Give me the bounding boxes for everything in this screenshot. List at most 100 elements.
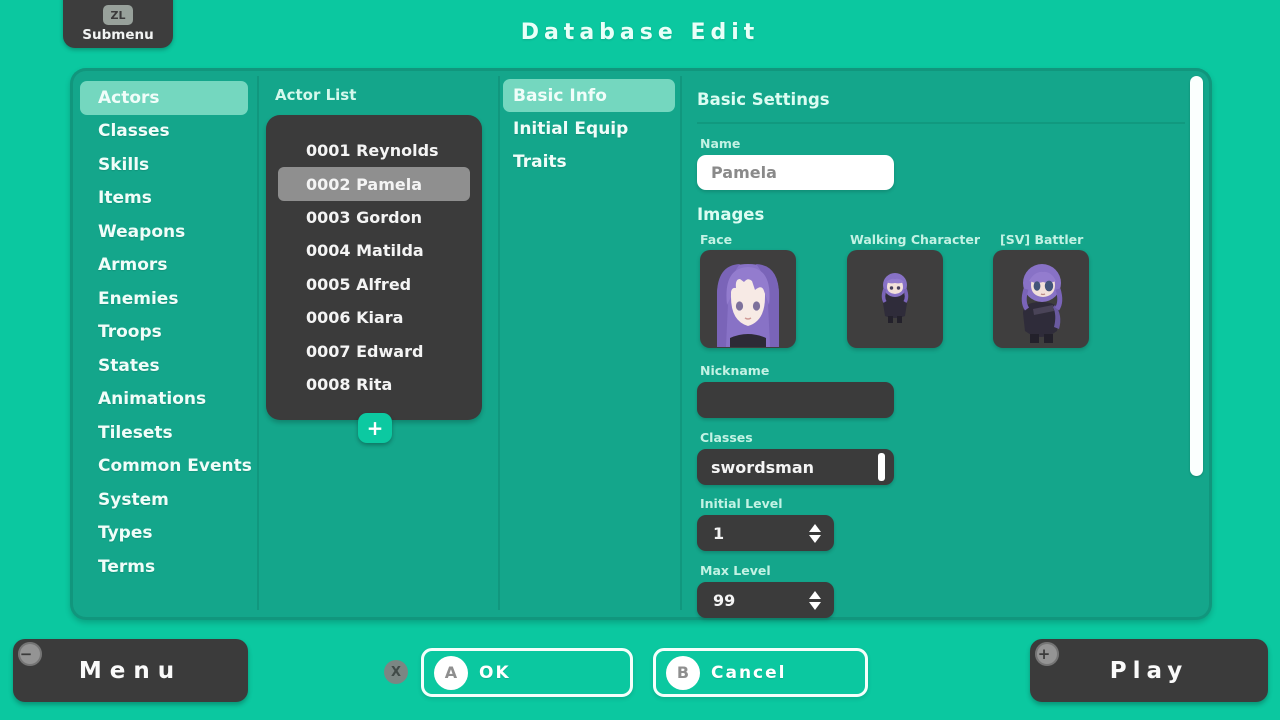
sidebar-item[interactable]: Enemies: [80, 282, 248, 316]
sidebar-item[interactable]: Weapons: [80, 215, 248, 249]
actor-list-item-label: 0008 Rita: [306, 375, 392, 394]
tab-item[interactable]: Basic Info: [503, 79, 675, 112]
sidebar-item-label: Classes: [98, 121, 170, 141]
sidebar-item-label: Items: [98, 188, 152, 208]
max-level-value: 99: [713, 591, 735, 610]
initial-level-arrows: [809, 515, 821, 551]
face-label: Face: [700, 232, 732, 247]
actor-list-item[interactable]: 0006 Kiara: [278, 301, 470, 334]
actor-list-item[interactable]: 0003 Gordon: [278, 201, 470, 234]
actor-list-item-label: 0003 Gordon: [306, 208, 422, 227]
play-button-label: Play: [1110, 658, 1189, 684]
detail-tabs: Basic Info Initial Equip Traits: [503, 79, 675, 179]
face-thumbnail[interactable]: [700, 250, 796, 348]
menu-button-label: Menu: [79, 658, 182, 684]
a-key-icon: A: [434, 656, 468, 690]
tab-item[interactable]: Traits: [503, 146, 675, 179]
actor-list-item[interactable]: 0007 Edward: [278, 334, 470, 367]
sidebar-item[interactable]: Animations: [80, 383, 248, 417]
divider: [498, 76, 500, 610]
database-edit-screen: ZL Submenu Database Edit Actors Classes …: [0, 0, 1280, 720]
divider: [697, 122, 1185, 124]
sidebar-item-label: Tilesets: [98, 423, 173, 443]
images-title: Images: [697, 205, 764, 224]
sidebar-item[interactable]: Actors: [80, 81, 248, 115]
walking-character-thumbnail[interactable]: [847, 250, 943, 348]
tab-item-label: Basic Info: [513, 86, 607, 106]
panel-scrollbar[interactable]: [1190, 76, 1203, 476]
sidebar-item[interactable]: Classes: [80, 115, 248, 149]
actor-list-panel: 0001 Reynolds 0002 Pamela 0003 Gordon 00…: [266, 115, 482, 420]
max-level-label: Max Level: [700, 563, 771, 578]
x-key-icon[interactable]: X: [384, 660, 408, 684]
cancel-button-label: Cancel: [711, 663, 786, 683]
basic-settings-title: Basic Settings: [697, 90, 830, 109]
sidebar-item-label: States: [98, 356, 160, 376]
actor-list-item[interactable]: 0004 Matilda: [278, 234, 470, 267]
actor-list-item-label: 0001 Reynolds: [306, 141, 439, 160]
sidebar-item-label: Enemies: [98, 289, 178, 309]
face-portrait-image: [700, 250, 796, 348]
plus-key-icon: +: [1035, 642, 1059, 666]
sidebar-item-label: Common Events: [98, 456, 252, 476]
actor-list-item-label: 0007 Edward: [306, 342, 423, 361]
sidebar-item[interactable]: Tilesets: [80, 416, 248, 450]
sidebar-item-label: Actors: [98, 88, 160, 108]
sidebar-item[interactable]: Troops: [80, 316, 248, 350]
name-input[interactable]: [697, 155, 894, 190]
sidebar-item-label: Terms: [98, 557, 155, 577]
nickname-label: Nickname: [700, 363, 769, 378]
sidebar-item-label: Troops: [98, 322, 162, 342]
sidebar-item[interactable]: Items: [80, 182, 248, 216]
max-level-arrows: [809, 582, 821, 618]
main-panel: Actors Classes Skills Items Weapons: [70, 68, 1212, 620]
initial-level-label: Initial Level: [700, 496, 783, 511]
sidebar-item-label: System: [98, 490, 169, 510]
add-actor-button[interactable]: +: [358, 413, 392, 443]
sidebar-item[interactable]: System: [80, 483, 248, 517]
ok-button-label: OK: [479, 663, 511, 683]
actor-list-item-label: 0005 Alfred: [306, 275, 411, 294]
initial-level-stepper[interactable]: 1: [697, 515, 834, 551]
sidebar-item[interactable]: Types: [80, 517, 248, 551]
nickname-input[interactable]: [697, 382, 894, 418]
tab-item[interactable]: Initial Equip: [503, 112, 675, 145]
play-button[interactable]: + Play: [1030, 639, 1268, 702]
sidebar-item-label: Armors: [98, 255, 167, 275]
sidebar-item-label: Skills: [98, 155, 149, 175]
up-arrow-icon[interactable]: [809, 524, 821, 532]
max-level-stepper[interactable]: 99: [697, 582, 834, 618]
sv-battler-thumbnail[interactable]: [993, 250, 1089, 348]
actor-list-item-label: 0002 Pamela: [306, 175, 422, 194]
page-title: Database Edit: [0, 20, 1280, 45]
sidebar-item[interactable]: Terms: [80, 550, 248, 584]
cancel-button[interactable]: B Cancel: [653, 648, 868, 697]
actor-list-item[interactable]: 0002 Pamela: [278, 167, 470, 200]
down-arrow-icon[interactable]: [809, 535, 821, 543]
sidebar-item[interactable]: Armors: [80, 249, 248, 283]
classes-value: swordsman: [711, 458, 814, 477]
name-label: Name: [700, 136, 740, 151]
sidebar-item-label: Types: [98, 523, 152, 543]
actor-list-item-label: 0004 Matilda: [306, 241, 424, 260]
classes-select[interactable]: swordsman: [697, 449, 894, 485]
b-key-icon: B: [666, 656, 700, 690]
sidebar-item[interactable]: Common Events: [80, 450, 248, 484]
actor-list-item[interactable]: 0008 Rita: [278, 368, 470, 401]
walking-character-label: Walking Character: [850, 232, 980, 247]
minus-key-icon: −: [18, 642, 42, 666]
category-sidebar: Actors Classes Skills Items Weapons: [80, 81, 248, 584]
walking-character-sprite-image: [847, 250, 943, 348]
up-arrow-icon[interactable]: [809, 591, 821, 599]
actor-list-column: Actor List 0001 Reynolds 0002 Pamela 000…: [258, 68, 498, 620]
ok-button[interactable]: A OK: [421, 648, 633, 697]
sidebar-item[interactable]: Skills: [80, 148, 248, 182]
sidebar-item-label: Weapons: [98, 222, 185, 242]
actor-list-item[interactable]: 0005 Alfred: [278, 268, 470, 301]
menu-button[interactable]: − Menu: [13, 639, 248, 702]
sidebar-item-label: Animations: [98, 389, 206, 409]
actor-list-item[interactable]: 0001 Reynolds: [278, 134, 470, 167]
actor-list-item-label: 0006 Kiara: [306, 308, 403, 327]
down-arrow-icon[interactable]: [809, 602, 821, 610]
sidebar-item[interactable]: States: [80, 349, 248, 383]
